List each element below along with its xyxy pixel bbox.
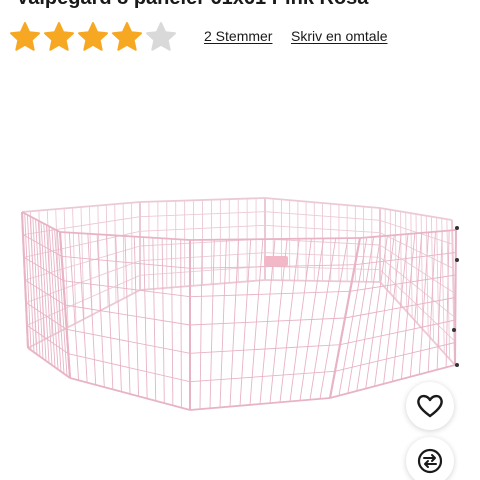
wishlist-button[interactable] xyxy=(406,382,454,430)
write-review-link[interactable]: Skriv en omtale xyxy=(291,28,387,44)
votes-link[interactable]: 2 Stemmer xyxy=(204,28,272,44)
product-image xyxy=(0,170,480,420)
compare-button[interactable] xyxy=(406,437,454,480)
compare-arrows-icon xyxy=(417,448,443,474)
product-title: Valpegård 8 paneler 61x61 Pink Rosa xyxy=(0,0,480,9)
rating-stars xyxy=(8,20,178,54)
star-filled-icon xyxy=(76,20,110,54)
star-filled-icon xyxy=(42,20,76,54)
star-filled-icon xyxy=(8,20,42,54)
playpen-image xyxy=(21,197,459,411)
star-filled-icon xyxy=(110,20,144,54)
star-empty-icon xyxy=(144,20,178,54)
heart-icon xyxy=(417,394,443,418)
